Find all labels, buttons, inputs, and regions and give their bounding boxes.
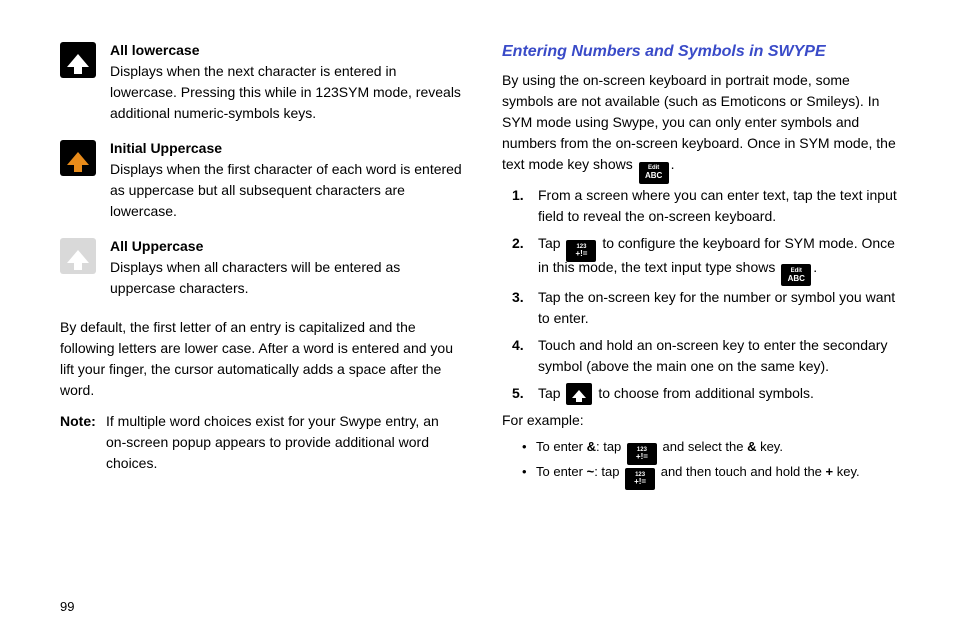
- example-item: • To enter &: tap 123+!= and select the …: [522, 437, 904, 460]
- example-list: • To enter &: tap 123+!= and select the …: [522, 437, 904, 485]
- step-item: 3. Tap the on-screen key for the number …: [512, 287, 904, 329]
- step-item: 5. Tap to choose from additional symbols…: [512, 383, 904, 404]
- shift-all-lowercase-icon: [60, 42, 96, 78]
- case-mode-title: Initial Uppercase: [110, 138, 462, 159]
- intro-text: By using the on-screen keyboard in portr…: [502, 72, 896, 172]
- step-text: Touch and hold an on-screen key to enter…: [538, 335, 904, 377]
- step-item: 2. Tap 123+!= to configure the keyboard …: [512, 233, 904, 282]
- default-behavior-text: By default, the first letter of an entry…: [60, 317, 462, 401]
- step-number: 3.: [512, 287, 538, 329]
- left-column: All lowercase Displays when the next cha…: [50, 40, 462, 626]
- intro-text-after: .: [671, 156, 675, 172]
- step-item: 4. Touch and hold an on-screen key to en…: [512, 335, 904, 377]
- right-column: Entering Numbers and Symbols in SWYPE By…: [502, 40, 904, 626]
- example-item: • To enter ~: tap 123+!= and then touch …: [522, 462, 904, 485]
- shift-key-icon: [566, 383, 592, 405]
- step-text: Tap to choose from additional symbols.: [538, 383, 904, 404]
- edit-abc-key-icon: EditABC: [781, 264, 811, 286]
- case-mode-desc: Displays when the first character of eac…: [110, 159, 462, 222]
- steps-list: 1. From a screen where you can enter tex…: [512, 185, 904, 405]
- step-text: From a screen where you can enter text, …: [538, 185, 904, 227]
- case-mode-desc: Displays when all characters will be ent…: [110, 257, 462, 299]
- step-number: 1.: [512, 185, 538, 227]
- note-text: If multiple word choices exist for your …: [106, 411, 462, 474]
- intro-paragraph: By using the on-screen keyboard in portr…: [502, 70, 904, 179]
- page-number: 99: [60, 599, 74, 614]
- case-mode-row: All lowercase Displays when the next cha…: [60, 40, 462, 124]
- example-label: For example:: [502, 410, 904, 431]
- step-number: 2.: [512, 233, 538, 282]
- edit-abc-key-icon: EditABC: [639, 162, 669, 184]
- note-block: Note: If multiple word choices exist for…: [60, 411, 462, 474]
- section-heading: Entering Numbers and Symbols in SWYPE: [502, 40, 904, 64]
- case-mode-row: All Uppercase Displays when all characte…: [60, 236, 462, 299]
- step-number: 4.: [512, 335, 538, 377]
- case-mode-desc: Displays when the next character is ente…: [110, 61, 462, 124]
- bullet-icon: •: [522, 437, 536, 460]
- shift-all-uppercase-icon: [60, 238, 96, 274]
- case-mode-row: Initial Uppercase Displays when the firs…: [60, 138, 462, 222]
- sym-key-icon: 123+!=: [625, 468, 655, 490]
- case-mode-title: All lowercase: [110, 40, 462, 61]
- case-mode-title: All Uppercase: [110, 236, 462, 257]
- step-item: 1. From a screen where you can enter tex…: [512, 185, 904, 227]
- note-label: Note:: [60, 411, 106, 474]
- bullet-icon: •: [522, 462, 536, 485]
- manual-page: All lowercase Displays when the next cha…: [0, 0, 954, 636]
- step-text: Tap the on-screen key for the number or …: [538, 287, 904, 329]
- step-text: Tap 123+!= to configure the keyboard for…: [538, 233, 904, 282]
- step-number: 5.: [512, 383, 538, 404]
- shift-initial-uppercase-icon: [60, 140, 96, 176]
